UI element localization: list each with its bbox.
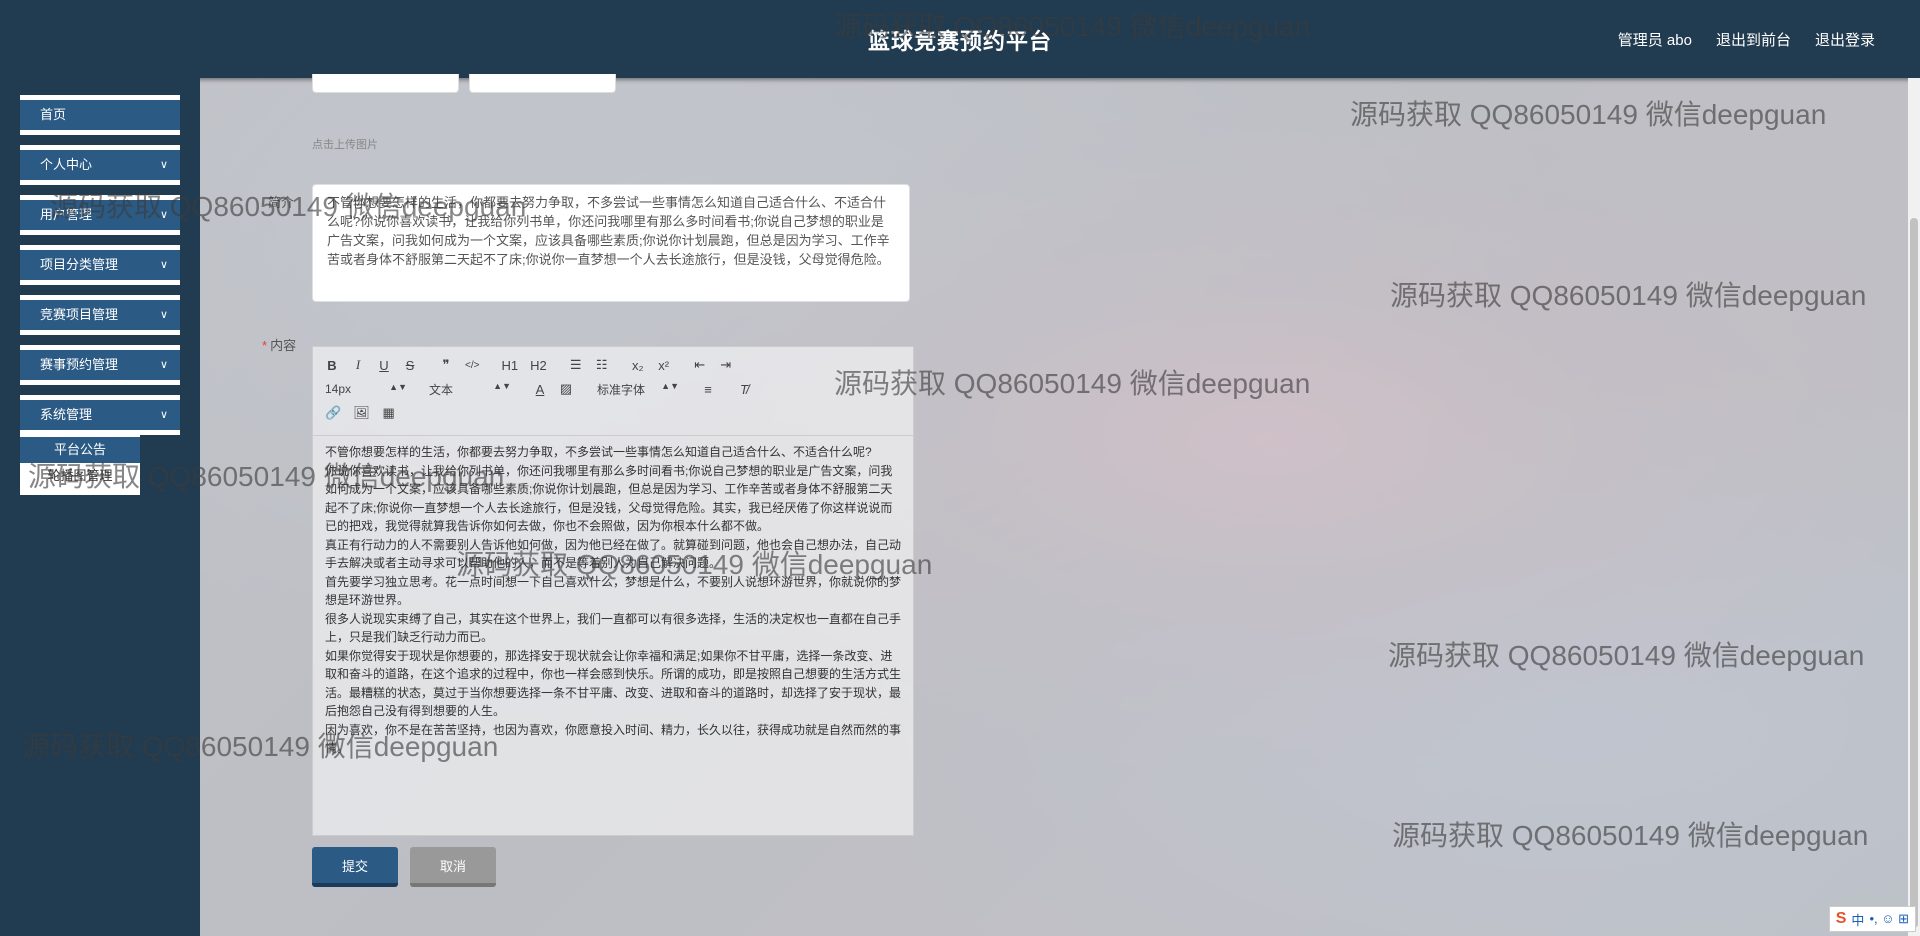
page-scrollbar[interactable] xyxy=(1908,78,1920,936)
submit-button[interactable]: 提交 xyxy=(312,847,398,887)
rich-text-editor: B I U S ❞ </> H1 H2 ☰ ☷ x₂ x² ⇤ ⇥ 14px ▲▼… xyxy=(312,346,914,836)
scrollbar-thumb[interactable] xyxy=(1910,218,1918,928)
select-caret-icon: ▲▼ xyxy=(661,380,679,391)
sidebar-item-system-management[interactable]: 系统管理 ∨ xyxy=(20,395,180,435)
sidebar-item-label: 项目分类管理 xyxy=(40,257,119,272)
sidebar-item-competition-management[interactable]: 竞赛项目管理 ∨ xyxy=(20,295,180,335)
system-submenu: 平台公告 轮播图管理 xyxy=(20,433,140,495)
select-caret-icon: ▲▼ xyxy=(493,380,511,391)
blockquote-icon[interactable]: ❞ xyxy=(439,357,453,373)
ime-toolbar[interactable]: S 中 •, ☺ ⊞ xyxy=(1828,906,1916,932)
toolbar-row-1: B I U S ❞ </> H1 H2 ☰ ☷ x₂ x² ⇤ ⇥ xyxy=(325,355,745,375)
content-label-text: 内容 xyxy=(270,338,297,353)
code-icon[interactable]: </> xyxy=(465,360,479,371)
back-to-front-link[interactable]: 退出到前台 xyxy=(1716,29,1791,50)
subscript-icon[interactable]: x₂ xyxy=(631,358,645,373)
outdent-icon[interactable]: ⇤ xyxy=(693,357,707,373)
italic-icon[interactable]: I xyxy=(351,357,365,373)
sidebar-item-label: 首页 xyxy=(40,107,67,122)
sidebar-item-label: 个人中心 xyxy=(40,157,93,172)
summary-label: 简介 xyxy=(268,195,295,210)
chevron-down-icon: ∨ xyxy=(159,359,168,371)
submenu-item-carousel[interactable]: 轮播图管理 xyxy=(20,463,140,489)
strikethrough-icon[interactable]: S xyxy=(403,358,417,373)
superscript-icon[interactable]: x² xyxy=(657,358,671,373)
content-paragraph: 因为喜欢，你不是在苦苦坚持，也因为喜欢，你愿意投入时间、精力，长久以往，获得成功… xyxy=(325,722,902,756)
indent-icon[interactable]: ⇥ xyxy=(719,357,733,373)
background-color-icon[interactable]: ▨ xyxy=(559,381,573,397)
submenu-item-announcement[interactable]: 平台公告 xyxy=(20,437,140,463)
underline-icon[interactable]: U xyxy=(377,358,391,373)
bullet-list-icon[interactable]: ☷ xyxy=(595,357,609,373)
sidebar: 首页 个人中心 ∨ 用户管理 ∨ 项目分类管理 ∨ 竞赛项目管理 ∨ 赛事预约管… xyxy=(0,78,200,936)
content-paragraph: 很多人说现实束缚了自己，其实在这个世界上，我们一直都可以有很多选择，生活的决定权… xyxy=(325,611,902,645)
sidebar-item-label: 用户管理 xyxy=(40,207,93,222)
video-icon[interactable]: ▦ xyxy=(382,405,396,421)
header-type-select[interactable]: 文本 ▲▼ xyxy=(429,381,511,398)
heading1-icon[interactable]: H1 xyxy=(501,358,518,373)
summary-textarea[interactable]: 不管你想要怎样的生活，你都要去努力争取，不多尝试一些事情怎么知道自己适合什么、不… xyxy=(312,184,910,302)
header-bar: 篮球竞赛预约平台 管理员 abo 退出到前台 退出登录 xyxy=(0,0,1920,78)
content-paragraph: 不管你想要怎样的生活，你都要去努力争取，不多尝试一些事情怎么知道自己适合什么、不… xyxy=(325,445,872,459)
font-family-value: 标准字体 xyxy=(597,382,646,397)
sidebar-item-personal-center[interactable]: 个人中心 ∨ xyxy=(20,145,180,185)
ime-language[interactable]: 中 xyxy=(1851,910,1864,929)
required-mark: * xyxy=(262,338,268,353)
header-type-value: 文本 xyxy=(429,382,454,397)
font-color-icon[interactable]: A xyxy=(533,382,547,397)
sidebar-item-category-management[interactable]: 项目分类管理 ∨ xyxy=(20,245,180,285)
logout-link[interactable]: 退出登录 xyxy=(1815,29,1875,50)
content-paragraph: 如果你觉得安于现状是你想要的，那选择安于现状就会让你幸福和满足;如果你不甘平庸，… xyxy=(325,648,902,719)
chevron-down-icon: ∨ xyxy=(159,259,168,271)
chevron-down-icon: ∨ xyxy=(159,309,168,321)
ime-logo-icon: S xyxy=(1835,910,1847,927)
content-paragraph: 首先要学习独立思考。花一点时间想一下自己喜欢什么，梦想是什么，不要别人说想环游世… xyxy=(325,574,902,608)
ime-extras-icon[interactable]: •, ☺ ⊞ xyxy=(1869,911,1909,927)
content-paragraph: 真正有行动力的人不需要别人告诉他如何做，因为他已经在做了。就算碰到问题，他也会自… xyxy=(325,537,902,571)
admin-user-link[interactable]: 管理员 abo xyxy=(1618,29,1692,50)
clear-format-icon[interactable]: T̸ xyxy=(737,382,751,397)
top-nav: 管理员 abo 退出到前台 退出登录 xyxy=(1618,29,1875,50)
ordered-list-icon[interactable]: ☰ xyxy=(569,357,583,373)
toolbar-row-3: 🔗 🖼 ▦ xyxy=(325,403,408,423)
sidebar-item-label: 竞赛项目管理 xyxy=(40,307,119,322)
image-icon[interactable]: 🖼 xyxy=(353,405,370,421)
chevron-down-icon: ∨ xyxy=(159,409,168,421)
main-content: 点击上传图片 简介 不管你想要怎样的生活，你都要去努力争取，不多尝试一些事情怎么… xyxy=(200,74,1920,936)
sidebar-item-reservation-management[interactable]: 赛事预约管理 ∨ xyxy=(20,345,180,385)
toolbar-row-2: 14px ▲▼ 文本 ▲▼ A ▨ 标准字体 ▲▼ ≡ T̸ xyxy=(325,379,763,399)
font-family-select[interactable]: 标准字体 ▲▼ xyxy=(597,381,679,398)
heading2-icon[interactable]: H2 xyxy=(530,358,547,373)
font-size-value: 14px xyxy=(325,382,352,396)
editor-toolbar: B I U S ❞ </> H1 H2 ☰ ☷ x₂ x² ⇤ ⇥ 14px ▲▼… xyxy=(313,347,913,436)
link-icon[interactable]: 🔗 xyxy=(325,405,341,421)
select-caret-icon: ▲▼ xyxy=(389,382,407,392)
font-size-select[interactable]: 14px ▲▼ xyxy=(325,382,407,396)
sidebar-item-home[interactable]: 首页 xyxy=(20,95,180,135)
partial-input-field[interactable] xyxy=(469,74,616,93)
content-label: * 内容 xyxy=(262,335,296,354)
sidebar-item-user-management[interactable]: 用户管理 ∨ xyxy=(20,195,180,235)
align-icon[interactable]: ≡ xyxy=(701,382,715,397)
sidebar-item-label: 系统管理 xyxy=(40,407,93,422)
editor-content[interactable]: 不管你想要怎样的生活，你都要去努力争取，不多尝试一些事情怎么知道自己适合什么、不… xyxy=(325,443,903,823)
chevron-down-icon: ∨ xyxy=(159,159,168,171)
top-input-row xyxy=(312,74,616,93)
upload-hint[interactable]: 点击上传图片 xyxy=(312,136,378,152)
bold-icon[interactable]: B xyxy=(325,358,339,373)
sidebar-item-label: 赛事预约管理 xyxy=(40,357,119,372)
partial-input-field[interactable] xyxy=(312,74,459,93)
chevron-down-icon: ∨ xyxy=(159,209,168,221)
content-paragraph: 你说你喜欢读书，让我给你列书单，你还问我哪里有那么多时间看书;你说自己梦想的职业… xyxy=(325,463,893,534)
cancel-button[interactable]: 取消 xyxy=(410,847,496,887)
